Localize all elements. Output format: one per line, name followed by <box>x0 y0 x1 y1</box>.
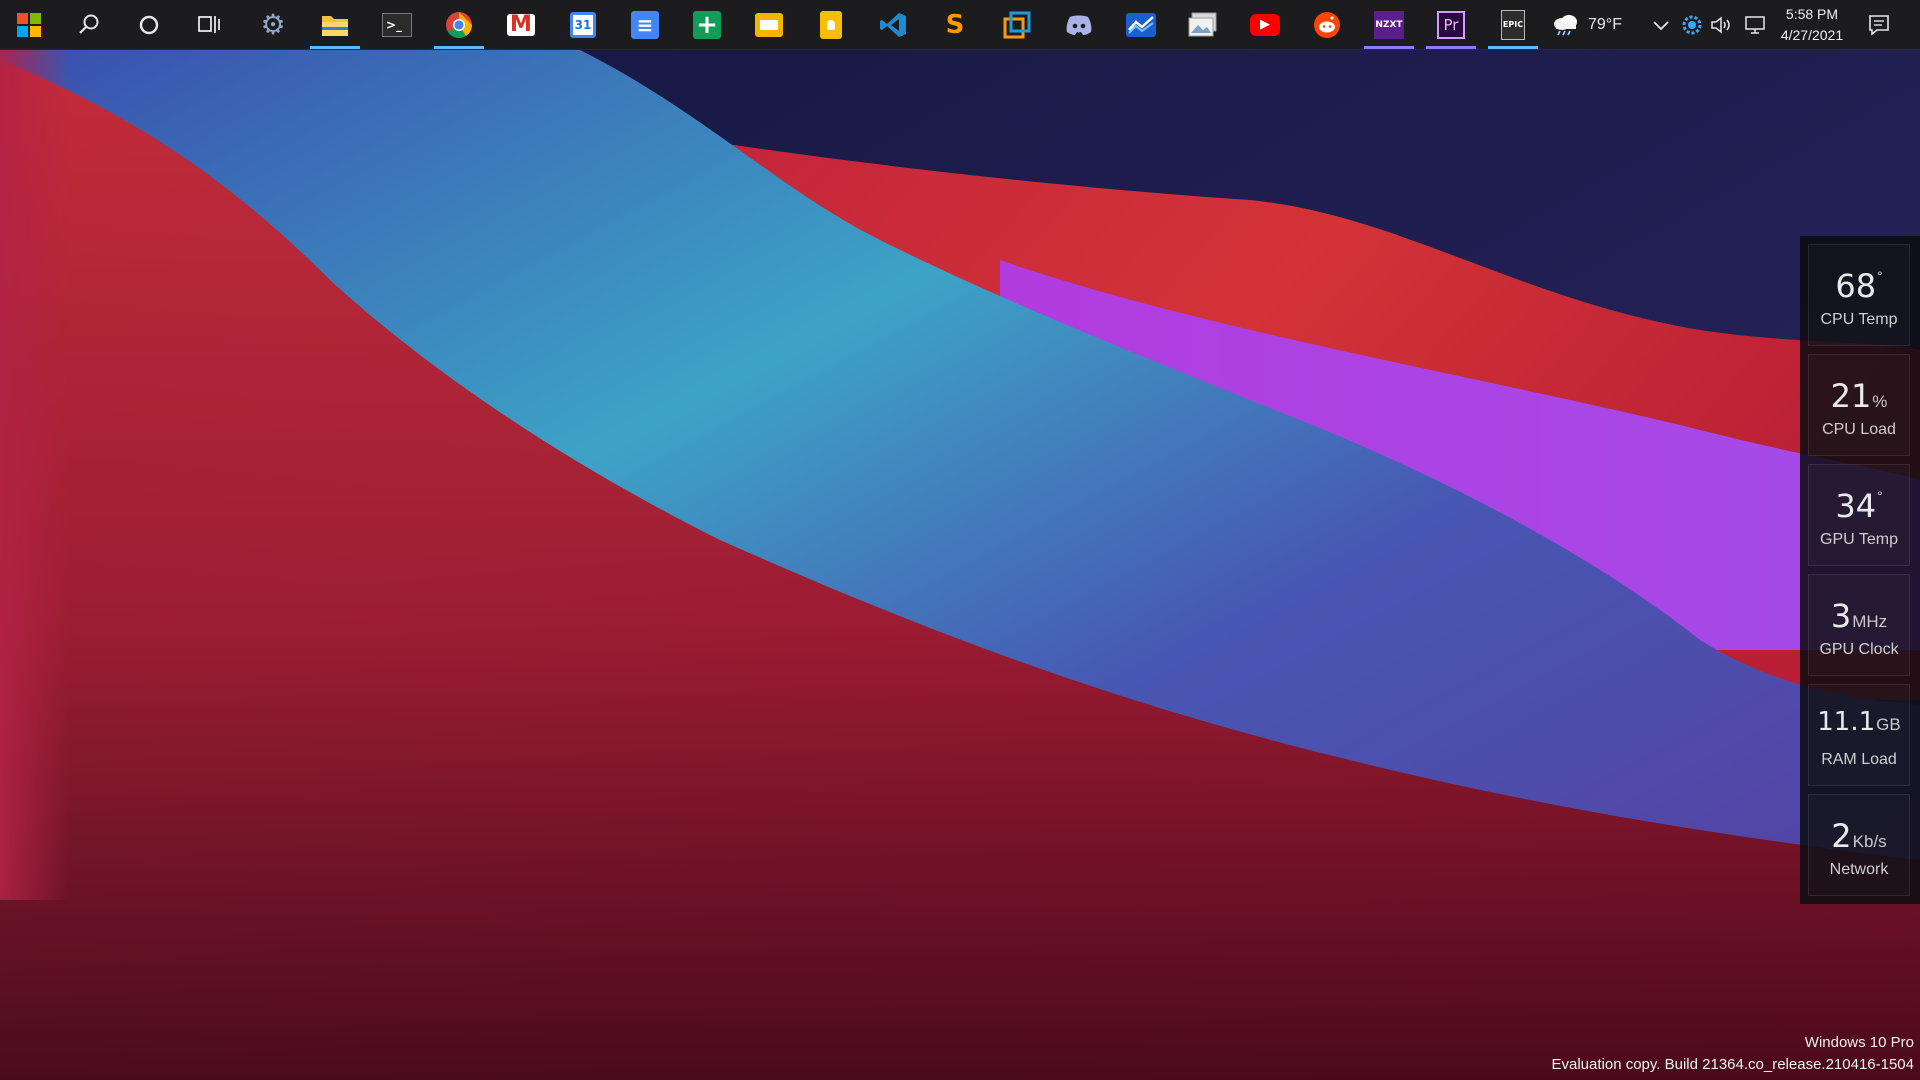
taskbar-app-reddit[interactable] <box>1298 0 1356 49</box>
stat-label: CPU Temp <box>1820 311 1898 328</box>
search-icon <box>79 14 99 34</box>
stat-cpu-temp[interactable]: 68° CPU Temp <box>1808 244 1910 346</box>
weather-widget[interactable]: 79°F <box>1552 0 1622 49</box>
notification-icon <box>1869 14 1889 36</box>
folder-icon <box>322 15 348 36</box>
premiere-pro-icon: Pr <box>1437 10 1465 39</box>
stat-gpu-clock[interactable]: 3MHz GPU Clock <box>1808 574 1910 676</box>
taskbar-app-virtualbox[interactable] <box>988 0 1046 49</box>
stat-value: 3 <box>1830 597 1852 635</box>
taskbar-app-settings[interactable]: ⚙ <box>244 0 302 49</box>
settings-gear-icon: ⚙ <box>260 8 286 41</box>
taskbar-app-google-keep[interactable] <box>802 0 860 49</box>
stat-value: 34 <box>1835 487 1877 525</box>
stat-unit: ° <box>1877 268 1883 284</box>
search-button[interactable] <box>60 0 118 49</box>
calendar-icon: 31 <box>570 11 596 38</box>
gmail-icon: M <box>507 12 535 37</box>
taskbar-app-nzxt-cam[interactable]: NZXT <box>1360 0 1418 49</box>
taskbar-app-premiere-pro[interactable]: Pr <box>1422 0 1480 49</box>
stat-unit: Kb/s <box>1852 832 1887 851</box>
taskbar-app-youtube[interactable]: ▶ <box>1236 0 1294 49</box>
terminal-icon: >_ <box>382 12 412 37</box>
discord-icon <box>1066 15 1092 35</box>
taskbar-app-vscode[interactable] <box>864 0 922 49</box>
youtube-icon: ▶ <box>1250 13 1280 36</box>
gear-badge-icon <box>1682 15 1702 34</box>
windows-watermark: Windows 10 Pro Evaluation copy. Build 21… <box>1552 1032 1915 1076</box>
presentation-icon <box>755 12 783 37</box>
taskbar-app-gmail[interactable]: M <box>492 0 550 49</box>
hardware-monitor-widget: 68° CPU Temp 21% CPU Load 34° GPU Temp 3… <box>1800 236 1920 904</box>
chevron-up-icon <box>1653 20 1669 30</box>
sublime-text-icon: S <box>945 9 965 40</box>
show-hidden-icons-button[interactable] <box>1652 0 1670 49</box>
photos-icon <box>1188 12 1217 36</box>
task-view-button[interactable] <box>180 0 238 49</box>
taskbar: ⚙ >_ M 31 ≡ + S ▶ NZXT Pr EPIC 79°F 5:58… <box>0 0 1920 50</box>
taskbar-app-google-sheets[interactable]: + <box>678 0 736 49</box>
taskbar-app-epic-games[interactable]: EPIC <box>1484 0 1542 49</box>
stat-label: CPU Load <box>1822 421 1896 438</box>
stat-unit: MHz <box>1852 612 1888 631</box>
cloud-rain-icon <box>1554 14 1577 35</box>
document-icon: ≡ <box>631 10 659 39</box>
taskbar-app-stocks[interactable] <box>1112 0 1170 49</box>
stat-value: 11.1 <box>1817 707 1876 737</box>
stat-label: Network <box>1829 861 1889 878</box>
taskbar-app-sublime-text[interactable]: S <box>926 0 984 49</box>
clock-time: 5:58 PM <box>1785 6 1839 22</box>
taskbar-app-chrome[interactable] <box>430 0 488 49</box>
stat-label: GPU Clock <box>1819 641 1899 658</box>
vscode-icon <box>880 12 906 37</box>
taskbar-app-photos[interactable] <box>1174 0 1232 49</box>
taskbar-app-google-calendar[interactable]: 31 <box>554 0 612 49</box>
stat-gpu-temp[interactable]: 34° GPU Temp <box>1808 464 1910 566</box>
cortana-icon <box>139 15 159 34</box>
volume-button[interactable] <box>1710 0 1732 49</box>
stat-value: 2 <box>1831 817 1852 855</box>
wallpaper <box>0 0 1920 1080</box>
watermark-build: Evaluation copy. Build 21364.co_release.… <box>1551 1056 1915 1073</box>
task-view-icon <box>198 15 220 33</box>
reddit-icon <box>1314 11 1340 38</box>
stat-value: 21 <box>1830 377 1872 415</box>
note-icon <box>820 10 842 39</box>
clock[interactable]: 5:58 PM 4/27/2021 <box>1762 4 1862 46</box>
windows-logo-icon <box>17 12 41 37</box>
stat-unit: GB <box>1876 715 1901 734</box>
weather-temperature: 79°F <box>1588 15 1622 33</box>
spreadsheet-icon: + <box>693 10 721 40</box>
stat-ram-load[interactable]: 11.1GB RAM Load <box>1808 684 1910 786</box>
watermark-edition: Windows 10 Pro <box>1804 1034 1914 1051</box>
stat-label: RAM Load <box>1821 751 1897 768</box>
taskbar-app-google-docs[interactable]: ≡ <box>616 0 674 49</box>
speaker-icon <box>1711 15 1730 34</box>
stat-value: 68 <box>1835 267 1877 305</box>
notification-center-button[interactable] <box>1868 0 1890 49</box>
taskbar-app-google-slides[interactable] <box>740 0 798 49</box>
stat-cpu-load[interactable]: 21% CPU Load <box>1808 354 1910 456</box>
chrome-icon <box>446 11 472 38</box>
taskbar-app-terminal[interactable]: >_ <box>368 0 426 49</box>
tray-app-icon[interactable] <box>1682 0 1702 49</box>
taskbar-app-discord[interactable] <box>1050 0 1108 49</box>
stat-unit: ° <box>1877 488 1883 504</box>
stocks-chart-icon <box>1126 12 1156 37</box>
epic-games-icon: EPIC <box>1501 9 1525 40</box>
desktop[interactable]: ⚙ >_ M 31 ≡ + S ▶ NZXT Pr EPIC 79°F 5:58… <box>0 0 1920 1080</box>
taskbar-app-file-explorer[interactable] <box>306 0 364 49</box>
virtualbox-icon <box>1003 11 1031 38</box>
cortana-button[interactable] <box>120 0 178 49</box>
stat-network[interactable]: 2Kb/s Network <box>1808 794 1910 896</box>
clock-date: 4/27/2021 <box>1780 27 1844 43</box>
nzxt-icon: NZXT <box>1374 10 1404 39</box>
stat-label: GPU Temp <box>1820 531 1898 548</box>
start-button[interactable] <box>0 0 58 49</box>
stat-unit: % <box>1872 392 1888 411</box>
